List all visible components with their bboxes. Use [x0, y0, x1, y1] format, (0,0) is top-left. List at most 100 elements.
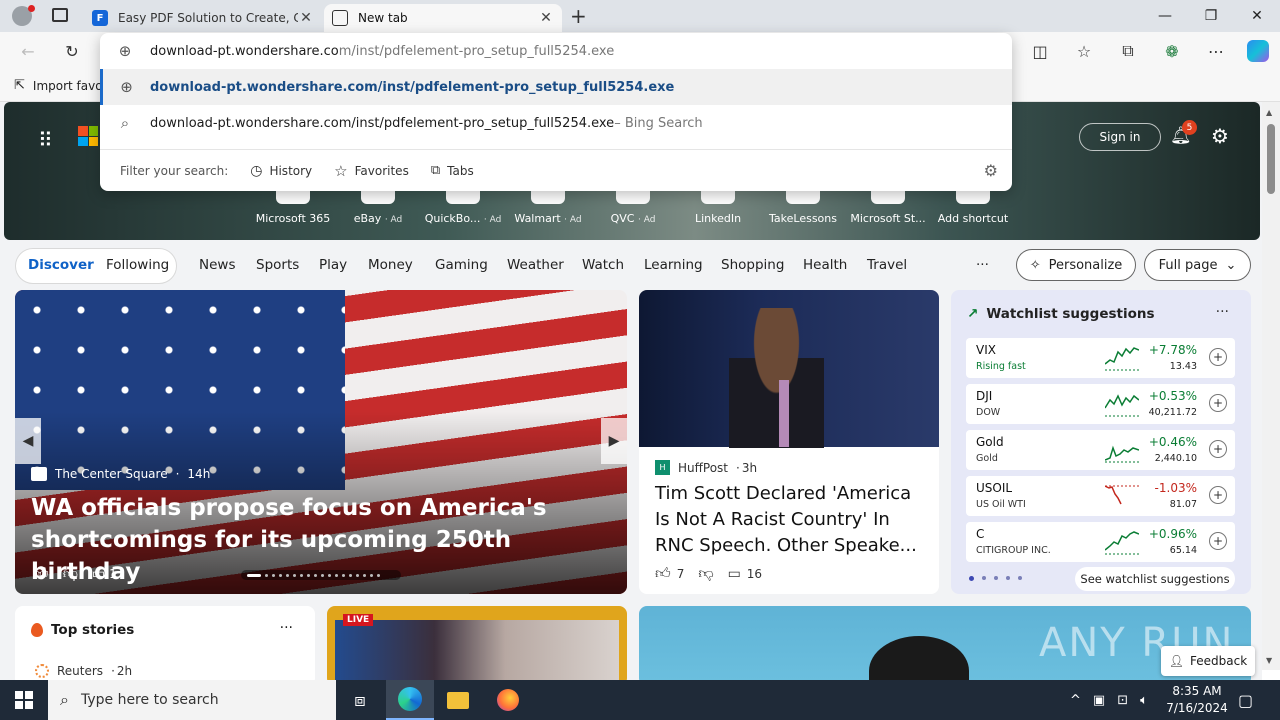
filter-history[interactable]: ◷ History: [250, 163, 312, 179]
comment-icon[interactable]: ▭: [92, 566, 105, 582]
extensions-icon[interactable]: ❁: [1158, 38, 1186, 64]
nav-shopping[interactable]: Shopping: [721, 257, 784, 273]
stock-price: 2,440.10: [1154, 453, 1197, 464]
comment-icon[interactable]: ▭: [728, 566, 741, 582]
back-icon[interactable]: ←: [14, 38, 42, 64]
split-screen-icon[interactable]: ◫: [1026, 38, 1054, 64]
sign-in-button[interactable]: Sign in: [1079, 123, 1161, 151]
tabs-icon: ⧉: [430, 163, 441, 178]
add-to-watchlist-button[interactable]: +: [1209, 440, 1227, 458]
like-icon[interactable]: 👍︎: [655, 564, 671, 583]
nav-money[interactable]: Money: [368, 257, 413, 273]
add-to-watchlist-button[interactable]: +: [1209, 394, 1227, 412]
address-input[interactable]: ⊕ download-pt.wondershare.co m/inst/pdfel…: [100, 33, 1012, 69]
nav-travel[interactable]: Travel: [867, 257, 907, 273]
scrollbar-thumb[interactable]: [1267, 124, 1275, 194]
suggestion-bing-search[interactable]: ⌕ download-pt.wondershare.com/inst/pdfel…: [100, 105, 1012, 141]
close-tab-icon[interactable]: ✕: [538, 10, 554, 26]
nav-more-icon[interactable]: ···: [976, 257, 989, 273]
main-story-card[interactable]: ◀ ▶ The Center Square · 14h WA officials…: [15, 290, 627, 594]
personalize-button[interactable]: ✧ Personalize: [1016, 249, 1136, 281]
nav-news[interactable]: News: [199, 257, 235, 273]
like-icon[interactable]: 👍︎: [33, 564, 49, 583]
copilot-icon[interactable]: [1244, 38, 1272, 64]
stock-row-vix[interactable]: VIX Rising fast +7.78% 13.43 +: [966, 338, 1235, 378]
edge-taskbar-icon[interactable]: [386, 680, 434, 720]
stock-row-c[interactable]: C CITIGROUP INC. +0.96% 65.14 +: [966, 522, 1235, 562]
network-icon[interactable]: ⊡: [1117, 693, 1128, 708]
top-stories-header: Top stories: [31, 622, 134, 638]
settings-more-icon[interactable]: ⋯: [1202, 38, 1230, 64]
carousel-prev-button[interactable]: ◀: [15, 418, 41, 464]
apps-grid-icon[interactable]: ⠿: [38, 128, 53, 152]
page-settings-gear-icon[interactable]: ⚙: [1211, 124, 1229, 148]
watchlist-pager[interactable]: [969, 576, 1022, 581]
live-news-card[interactable]: LIVE: [327, 606, 627, 680]
file-explorer-icon[interactable]: [434, 680, 482, 720]
nav-learning[interactable]: Learning: [644, 257, 703, 273]
tab-actions-icon[interactable]: [52, 8, 68, 22]
tab-pdf-solution[interactable]: F Easy PDF Solution to Create, Con ✕: [84, 4, 322, 32]
dislike-icon[interactable]: 👎︎: [698, 564, 713, 583]
filter-favorites-label: Favorites: [354, 163, 409, 178]
speaker-tie: [779, 380, 789, 447]
firefox-icon[interactable]: [484, 680, 532, 720]
chevron-up-icon[interactable]: ^: [1070, 693, 1081, 708]
filter-favorites[interactable]: ☆ Favorites: [334, 162, 409, 180]
tab-discover[interactable]: Discover: [28, 257, 94, 273]
close-tab-icon[interactable]: ✕: [298, 10, 314, 26]
story-headline[interactable]: Tim Scott Declared 'America Is Not A Rac…: [655, 481, 927, 559]
source-logo: [31, 467, 47, 481]
add-to-watchlist-button[interactable]: +: [1209, 532, 1227, 550]
tab-new-tab[interactable]: New tab ✕: [324, 4, 562, 32]
favorites-star-icon[interactable]: ☆: [1070, 38, 1098, 64]
refresh-icon[interactable]: ↻: [58, 38, 86, 64]
device-icon[interactable]: ▣: [1093, 693, 1105, 708]
top-stories-more-icon[interactable]: ···: [280, 620, 293, 636]
carousel-next-button[interactable]: ▶: [601, 418, 627, 464]
profile-alert-dot: [28, 5, 35, 12]
feedback-button[interactable]: 👤︎ Feedback: [1161, 646, 1255, 676]
nav-gaming[interactable]: Gaming: [435, 257, 488, 273]
full-page-dropdown[interactable]: Full page ⌄: [1144, 249, 1251, 281]
minimize-button[interactable]: —: [1142, 0, 1188, 32]
import-favorites-link[interactable]: ⇱ Import favo: [14, 78, 103, 93]
nav-play[interactable]: Play: [319, 257, 347, 273]
watchlist-more-icon[interactable]: ···: [1216, 304, 1229, 320]
taskbar-search[interactable]: ⌕ Type here to search: [48, 680, 336, 720]
maximize-button[interactable]: ❐: [1188, 0, 1234, 32]
featured-image-card[interactable]: ANY RUN: [639, 606, 1251, 680]
filter-settings-icon[interactable]: ⚙: [984, 161, 998, 180]
close-window-button[interactable]: ✕: [1234, 0, 1280, 32]
see-watchlist-button[interactable]: See watchlist suggestions: [1075, 567, 1235, 591]
tab-following[interactable]: Following: [106, 257, 169, 273]
stock-row-gold[interactable]: Gold Gold +0.46% 2,440.10 +: [966, 430, 1235, 470]
stock-row-dji[interactable]: DJI DOW +0.53% 40,211.72 +: [966, 384, 1235, 424]
start-button[interactable]: [0, 680, 48, 720]
page-scrollbar[interactable]: ▲ ▼: [1262, 102, 1280, 670]
pdfelement-favicon: F: [92, 10, 108, 26]
nav-health[interactable]: Health: [803, 257, 847, 273]
add-to-watchlist-button[interactable]: +: [1209, 348, 1227, 366]
suggestion-search-text: download-pt.wondershare.com/inst/pdfelem…: [150, 115, 615, 131]
scroll-up-arrow-icon[interactable]: ▲: [1266, 108, 1272, 117]
filter-tabs[interactable]: ⧉ Tabs: [431, 163, 474, 178]
new-tab-button[interactable]: +: [570, 4, 587, 28]
nav-weather[interactable]: Weather: [507, 257, 564, 273]
nav-watch[interactable]: Watch: [582, 257, 624, 273]
import-favorites-label: Import favo: [32, 78, 103, 93]
task-view-icon[interactable]: ⧈: [336, 680, 384, 720]
collections-icon[interactable]: ⧉: [1114, 38, 1142, 64]
notification-center-icon[interactable]: ▢: [1238, 680, 1253, 720]
news-card-huffpost[interactable]: H HuffPost · 3h Tim Scott Declared 'Amer…: [639, 290, 939, 594]
stock-row-usoil[interactable]: USOIL US Oil WTI -1.03% 81.07 +: [966, 476, 1235, 516]
taskbar-clock[interactable]: 8:35 AM 7/16/2024: [1162, 683, 1232, 717]
dislike-icon[interactable]: 👎︎: [63, 564, 78, 583]
add-to-watchlist-button[interactable]: +: [1209, 486, 1227, 504]
volume-icon[interactable]: 🔈︎: [1140, 693, 1148, 708]
suggestion-url[interactable]: ⊕ download-pt.wondershare.com/inst/pdfel…: [100, 69, 1012, 105]
sparkline-icon: [1105, 485, 1139, 505]
nav-sports[interactable]: Sports: [256, 257, 299, 273]
scroll-down-arrow-icon[interactable]: ▼: [1266, 656, 1272, 665]
top-story-source[interactable]: Reuters · 2h: [35, 664, 132, 678]
